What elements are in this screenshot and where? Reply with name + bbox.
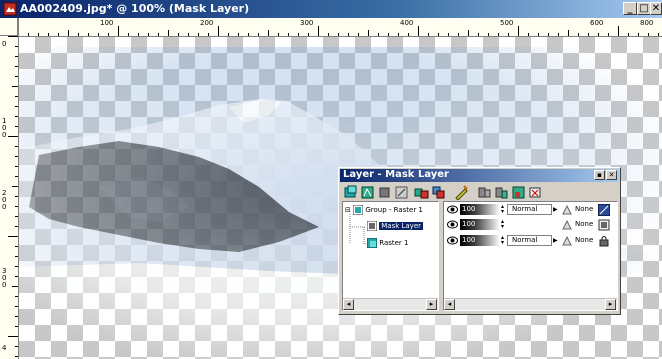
ruler-label-100: 100 bbox=[100, 19, 114, 27]
link-layers-icon[interactable] bbox=[477, 185, 492, 200]
new-group-layer-icon[interactable] bbox=[414, 185, 429, 200]
horizontal-ruler-ticks bbox=[18, 26, 659, 36]
props-horizontal-scrollbar[interactable]: ◂ ▸ bbox=[444, 298, 617, 310]
maximize-button[interactable]: □ bbox=[637, 2, 651, 15]
blend-dropdown-arrow-icon[interactable]: ▶ bbox=[553, 237, 558, 244]
new-mask-layer-icon[interactable] bbox=[377, 185, 392, 200]
duplicate-layer-icon[interactable] bbox=[431, 185, 446, 200]
scroll-left-arrow-icon[interactable]: ◂ bbox=[444, 299, 455, 310]
merge-layers-icon[interactable] bbox=[494, 185, 509, 200]
ruler-corner bbox=[0, 18, 18, 36]
image-document-icon bbox=[3, 2, 17, 16]
ruler-label-800: 800 bbox=[640, 19, 654, 27]
lock-status-label: None bbox=[575, 236, 594, 244]
lock-transparency-icon[interactable] bbox=[562, 220, 572, 230]
lock-status-label: None bbox=[575, 220, 594, 228]
lock-icon[interactable] bbox=[598, 235, 610, 247]
layer-props-row-raster: 100 ▴ ▾ Normal ▶ None bbox=[444, 234, 617, 248]
layer-properties-pane[interactable]: 100 ▴ ▾ Normal ▶ None 100 ▴ ▾ None 100 ▴… bbox=[443, 201, 618, 311]
layer-name-group-raster-1: Group - Raster 1 bbox=[365, 206, 423, 214]
image-window: AA002409.jpg* @ 100% (Mask Layer) _ □ ✕ … bbox=[0, 0, 662, 359]
tree-horizontal-scrollbar[interactable]: ◂ ▸ bbox=[343, 298, 438, 310]
edit-selection-icon[interactable] bbox=[454, 185, 469, 200]
collapse-toggle-icon[interactable]: ⊟ bbox=[345, 206, 351, 214]
layer-name-raster-1: Raster 1 bbox=[379, 239, 409, 247]
ruler-label-v200: 2 0 0 bbox=[2, 189, 7, 211]
layers-palette-title: Layer - Mask Layer bbox=[343, 169, 449, 180]
opacity-slider[interactable]: 100 bbox=[460, 204, 500, 215]
ruler-label-500: 500 bbox=[500, 19, 514, 27]
layers-palette[interactable]: Layer - Mask Layer ▪ ✕ ⊟ Group - Raster … bbox=[338, 167, 621, 315]
palette-minimize-button[interactable]: ▪ bbox=[594, 170, 605, 180]
layer-props-row-mask: 100 ▴ ▾ None bbox=[444, 218, 617, 232]
layers-palette-titlebar[interactable]: Layer - Mask Layer ▪ ✕ bbox=[340, 169, 619, 182]
scroll-left-arrow-icon[interactable]: ◂ bbox=[343, 299, 354, 310]
ruler-label-v300: 3 0 0 bbox=[2, 267, 7, 289]
group-link-icon[interactable] bbox=[598, 204, 610, 216]
minimize-button[interactable]: _ bbox=[623, 2, 637, 15]
lock-transparency-icon[interactable] bbox=[562, 205, 572, 215]
new-adjustment-layer-icon[interactable] bbox=[394, 185, 409, 200]
opacity-spinner-icon[interactable]: ▴ ▾ bbox=[501, 204, 504, 215]
ruler-label-200: 200 bbox=[200, 19, 214, 27]
layer-properties-icon[interactable] bbox=[511, 185, 526, 200]
new-raster-layer-icon[interactable] bbox=[343, 185, 358, 200]
opacity-spinner-icon[interactable]: ▴ ▾ bbox=[501, 219, 504, 230]
window-title: AA002409.jpg* @ 100% (Mask Layer) bbox=[20, 2, 250, 15]
opacity-slider[interactable]: 100 bbox=[460, 219, 500, 230]
raster-layer-icon bbox=[366, 237, 378, 249]
vertical-ruler[interactable]: 0 1 0 0 2 0 0 3 0 0 4 bbox=[0, 18, 19, 359]
ruler-label-v0: 0 bbox=[2, 40, 7, 48]
layer-name-mask-layer: Mask Layer bbox=[379, 222, 424, 230]
ruler-label-600: 600 bbox=[590, 19, 604, 27]
delete-layer-icon[interactable] bbox=[528, 185, 543, 200]
horizontal-ruler[interactable]: 100 200 300 400 500 600 800 bbox=[18, 18, 662, 37]
tree-row-mask-layer[interactable]: Mask Layer bbox=[366, 220, 424, 232]
blend-mode-select[interactable]: Normal bbox=[507, 204, 552, 215]
visibility-eye-icon[interactable] bbox=[447, 220, 458, 229]
ruler-label-v400: 4 bbox=[2, 344, 7, 352]
opacity-slider[interactable]: 100 bbox=[460, 235, 500, 246]
mask-link-icon[interactable] bbox=[598, 219, 610, 231]
window-titlebar[interactable]: AA002409.jpg* @ 100% (Mask Layer) _ □ ✕ bbox=[0, 0, 662, 18]
tree-row-raster-1[interactable]: Raster 1 bbox=[366, 237, 409, 249]
scroll-right-arrow-icon[interactable]: ▸ bbox=[605, 299, 616, 310]
layer-props-row-group: 100 ▴ ▾ Normal ▶ None bbox=[444, 203, 617, 217]
visibility-eye-icon[interactable] bbox=[447, 236, 458, 245]
blend-dropdown-arrow-icon[interactable]: ▶ bbox=[553, 206, 558, 213]
palette-close-button[interactable]: ✕ bbox=[606, 170, 617, 180]
visibility-eye-icon[interactable] bbox=[447, 205, 458, 214]
new-vector-layer-icon[interactable] bbox=[360, 185, 375, 200]
blend-mode-select[interactable]: Normal bbox=[507, 235, 552, 246]
close-button[interactable]: ✕ bbox=[650, 2, 662, 15]
ruler-label-300: 300 bbox=[300, 19, 314, 27]
ruler-label-v100: 1 0 0 bbox=[2, 117, 7, 139]
layer-tree[interactable]: ⊟ Group - Raster 1 Mask Layer Raster 1 ◂… bbox=[342, 201, 439, 311]
scroll-right-arrow-icon[interactable]: ▸ bbox=[426, 299, 437, 310]
lock-status-label: None bbox=[575, 205, 594, 213]
ruler-label-400: 400 bbox=[400, 19, 414, 27]
mask-layer-icon bbox=[366, 220, 378, 232]
lock-transparency-icon[interactable] bbox=[562, 236, 572, 246]
opacity-spinner-icon[interactable]: ▴ ▾ bbox=[501, 235, 504, 246]
